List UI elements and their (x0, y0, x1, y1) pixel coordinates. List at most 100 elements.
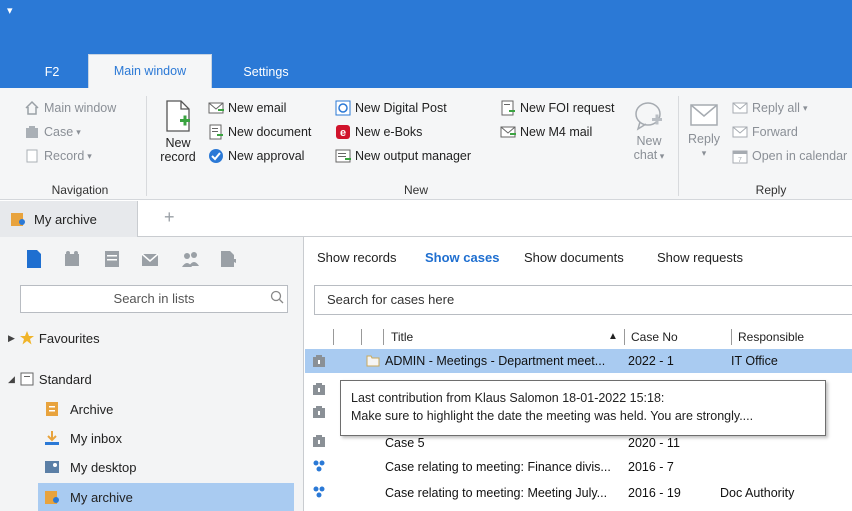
tab-f2[interactable]: F2 (32, 56, 72, 88)
folder-standard-icon (19, 371, 35, 387)
email-list-icon[interactable] (140, 249, 160, 269)
nav-record-label: Record (44, 149, 85, 163)
document-list-icon[interactable] (102, 249, 122, 269)
row-responsible: IT Office (731, 354, 778, 368)
nav-case-button[interactable]: Case ▾ (24, 122, 81, 142)
new-record-icon (165, 100, 191, 132)
row-title: Case relating to meeting: Meeting July..… (385, 486, 608, 500)
reply-button[interactable]: Reply ▾ (686, 100, 722, 160)
new-output-manager-label: New output manager (355, 149, 472, 163)
nav-case-label: Case (44, 125, 74, 139)
new-record-button[interactable]: New record (156, 100, 200, 164)
column-divider[interactable] (383, 329, 384, 345)
new-chat-button[interactable]: New chat ▾ (628, 100, 670, 163)
new-document-label: New document (228, 125, 312, 139)
column-divider[interactable] (361, 329, 362, 345)
tab-show-records[interactable]: Show records (317, 250, 396, 265)
tree-favourites-label: Favourites (38, 330, 100, 346)
tree-favourites[interactable]: ▶ Favourites (8, 326, 100, 350)
digital-post-icon (335, 100, 351, 116)
row-responsible: Doc Authority (720, 486, 795, 500)
reply-icon (689, 100, 719, 130)
column-divider[interactable] (624, 329, 625, 345)
column-divider[interactable] (333, 329, 334, 345)
tree-item-my-archive[interactable]: My archive (44, 485, 133, 509)
chevron-down-icon: ▾ (76, 127, 81, 137)
tree-item-archive[interactable]: Archive (44, 397, 113, 421)
ribbon-separator (146, 96, 147, 196)
record-icon (24, 148, 40, 164)
approval-icon (208, 148, 224, 164)
new-chat-label-1: New (636, 134, 662, 148)
tab-main-window[interactable]: Main window (88, 54, 212, 88)
forward-label: Forward (752, 125, 798, 139)
tab-show-requests[interactable]: Show requests (657, 250, 743, 265)
column-header-case-no[interactable]: Case No (631, 327, 678, 347)
new-document-button[interactable]: New document (208, 122, 311, 142)
reply-all-label: Reply all (752, 101, 800, 115)
tooltip-line-2: Make sure to highlight the date the meet… (351, 409, 754, 423)
new-m4-mail-button[interactable]: New M4 mail (500, 122, 592, 142)
tree-item-my-desktop-label: My desktop (70, 459, 137, 475)
tree-item-my-inbox-label: My inbox (70, 430, 123, 446)
case-search-input[interactable]: Search for cases here (314, 285, 852, 315)
quick-access-dropdown-icon[interactable]: ▾ (7, 4, 13, 17)
new-foi-request-label: New FOI request (520, 101, 615, 115)
new-digital-post-button[interactable]: New Digital Post (335, 98, 447, 118)
nav-main-window-label: Main window (44, 101, 117, 115)
new-email-label: New email (228, 101, 287, 115)
archive-user-icon (10, 211, 26, 227)
new-approval-label: New approval (228, 149, 305, 163)
tab-settings[interactable]: Settings (228, 56, 304, 88)
tree-item-my-desktop[interactable]: My desktop (44, 455, 136, 479)
list-search-input[interactable]: Search in lists (20, 285, 288, 313)
new-approval-button[interactable]: New approval (208, 146, 304, 166)
new-eboks-button[interactable]: e New e-Boks (335, 122, 422, 142)
tree-standard[interactable]: ◢ Standard (8, 367, 92, 391)
contacts-list-icon[interactable] (180, 249, 200, 269)
reply-label: Reply (688, 132, 720, 146)
reply-all-icon (732, 100, 748, 116)
record-list-icon[interactable] (24, 249, 44, 269)
request-list-icon[interactable] (218, 249, 238, 269)
nav-main-window-button[interactable]: Main window (24, 98, 116, 118)
row-case-no: 2022 - 1 (628, 354, 674, 368)
tab-show-documents[interactable]: Show documents (524, 250, 624, 265)
chat-icon (634, 100, 664, 132)
new-foi-request-button[interactable]: New FOI request (500, 98, 614, 118)
tab-my-archive[interactable]: My archive (0, 201, 138, 237)
case-icon (312, 382, 326, 396)
open-in-calendar-label: Open in calendar (752, 149, 848, 163)
row-case-no: 2020 - 11 (628, 436, 680, 450)
tree-item-my-inbox[interactable]: My inbox (44, 426, 122, 450)
row-case-no: 2016 - 19 (628, 486, 681, 500)
desktop-icon (44, 459, 60, 475)
archive-icon (44, 401, 60, 417)
open-in-calendar-button[interactable]: 7 Open in calendar (732, 146, 847, 166)
case-list-icon[interactable] (62, 249, 82, 269)
new-output-manager-button[interactable]: New output manager (335, 146, 471, 166)
star-icon (19, 330, 35, 346)
new-email-button[interactable]: New email (208, 98, 286, 118)
folder-icon (366, 354, 380, 370)
column-divider[interactable] (731, 329, 732, 345)
expand-arrow-icon[interactable]: ▶ (8, 333, 15, 344)
new-digital-post-label: New Digital Post (355, 101, 447, 115)
archive-user-icon (44, 489, 60, 505)
reply-all-button[interactable]: Reply all ▾ (732, 98, 807, 118)
chevron-down-icon: ▾ (87, 151, 92, 161)
row-title: ADMIN - Meetings - Department meet... (385, 354, 606, 368)
case-icon (312, 434, 326, 448)
tree-item-archive-label: Archive (70, 401, 114, 417)
forward-button[interactable]: Forward (732, 122, 798, 142)
row-title: Case relating to meeting: Finance divis.… (385, 460, 611, 474)
nav-record-button[interactable]: Record ▾ (24, 146, 92, 166)
tab-show-cases[interactable]: Show cases (425, 250, 499, 265)
column-header-responsible[interactable]: Responsible (738, 327, 804, 347)
email-icon (208, 100, 224, 116)
add-tab-button[interactable]: + (164, 207, 175, 228)
tree-item-my-archive-label: My archive (70, 489, 133, 505)
column-header-title[interactable]: Title (391, 327, 413, 347)
group-label-new: New (403, 183, 428, 197)
collapse-arrow-icon[interactable]: ◢ (8, 374, 15, 385)
